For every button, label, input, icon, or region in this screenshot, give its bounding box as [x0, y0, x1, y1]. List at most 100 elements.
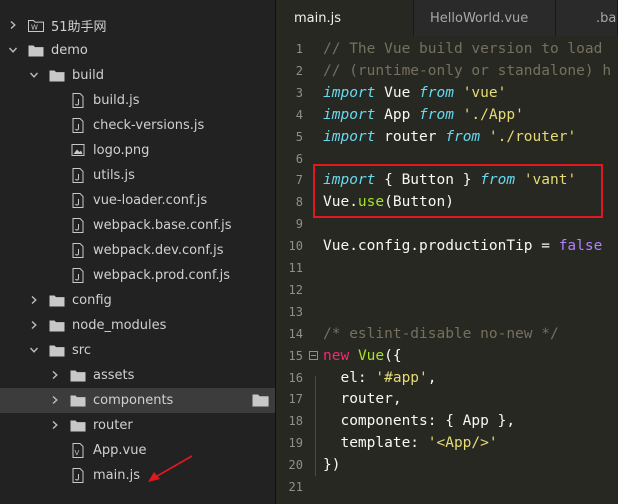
sidebar-item-demo[interactable]: demo — [0, 38, 275, 63]
sidebar-item-build[interactable]: build — [0, 63, 275, 88]
sidebar-item-label: vue-loader.conf.js — [93, 192, 208, 208]
line-number: 15 — [288, 348, 303, 363]
sidebar-item-vue-loader-conf-js[interactable]: vue-loader.conf.js — [0, 188, 275, 213]
sidebar-item-webpack-dev-conf-js[interactable]: webpack.dev.conf.js — [0, 238, 275, 263]
chevron-right-icon[interactable] — [50, 393, 60, 407]
folder-icon — [49, 342, 65, 358]
sidebar-item-51[interactable]: W 51助手网 — [0, 13, 275, 38]
sidebar-item-webpack-prod-conf-js[interactable]: webpack.prod.conf.js — [0, 263, 275, 288]
sidebar-item-utils-js[interactable]: utils.js — [0, 163, 275, 188]
code-line[interactable]: 20}) — [276, 454, 618, 476]
code-token: from — [419, 106, 454, 123]
code-line[interactable]: 7 import { Button } from 'vant' — [276, 169, 618, 191]
sidebar-item-router[interactable]: router — [0, 413, 275, 438]
sidebar-item-label: main.js — [93, 467, 140, 483]
chevron-down-icon[interactable] — [29, 343, 39, 357]
code-line[interactable]: 18 components: { App }, — [276, 410, 618, 432]
js-file-icon — [70, 217, 86, 233]
tab-label: HelloWorld.vue — [430, 10, 529, 26]
sidebar-item-label: router — [93, 417, 133, 433]
sidebar-item-app-vue[interactable]: V App.vue — [0, 438, 275, 463]
code-text: template: '<App/>' — [323, 435, 497, 451]
line-number: 8 — [295, 195, 303, 210]
code-line[interactable]: 11 — [276, 257, 618, 279]
code-line[interactable]: 10 Vue.config.productionTip = false — [276, 235, 618, 257]
sidebar-item-main-js[interactable]: main.js — [0, 463, 275, 488]
sidebar-item-config[interactable]: config — [0, 288, 275, 313]
sidebar-item-node-modules[interactable]: node_modules — [0, 313, 275, 338]
code-line[interactable]: 3 import Vue from 'vue' — [276, 82, 618, 104]
sidebar-item-label: webpack.base.conf.js — [93, 217, 232, 233]
line-number: 6 — [295, 151, 303, 166]
sidebar-item-build-js[interactable]: build.js — [0, 88, 275, 113]
sidebar-item-components[interactable]: components — [0, 387, 275, 413]
sidebar-item-src[interactable]: src — [0, 338, 275, 363]
chevron-right-icon[interactable] — [29, 318, 39, 332]
code-text: new Vue({ — [323, 348, 402, 364]
chevron-right-icon[interactable] — [50, 368, 60, 382]
line-number: 10 — [288, 239, 303, 254]
code-line[interactable]: 9 — [276, 213, 618, 235]
chevron-right-icon[interactable] — [29, 293, 39, 307]
code-line[interactable]: 16 el: '#app', — [276, 367, 618, 389]
line-number: 16 — [288, 370, 303, 385]
chevron-right-icon[interactable] — [50, 418, 60, 432]
sidebar-item-webpack-base-conf-js[interactable]: webpack.base.conf.js — [0, 213, 275, 238]
line-number: 18 — [288, 414, 303, 429]
code-line[interactable]: 17 router, — [276, 388, 618, 410]
code-line[interactable]: 19 template: '<App/>' — [276, 432, 618, 454]
sidebar-item-assets[interactable]: assets — [0, 363, 275, 388]
code-line[interactable]: 12 — [276, 279, 618, 301]
chevron-right-icon[interactable] — [8, 18, 18, 32]
sidebar-item-check-versions-js[interactable]: check-versions.js — [0, 113, 275, 138]
chevron-down-icon[interactable] — [8, 43, 18, 57]
tab-helloworld-vue[interactable]: HelloWorld.vue — [414, 0, 556, 36]
code-editor[interactable]: 1 // The Vue build version to load 2 // (ru… — [276, 36, 618, 504]
code-token: from — [445, 128, 481, 145]
code-token: false — [558, 238, 603, 255]
code-line[interactable]: 1 // The Vue build version to load — [276, 38, 618, 60]
code-token: import — [323, 106, 376, 123]
code-token: './App' — [462, 106, 524, 123]
code-line[interactable]: 2 // (runtime-only or standalone) h — [276, 60, 618, 82]
sidebar-item-label: check-versions.js — [93, 117, 205, 133]
code-line[interactable]: 4 import App from './App' — [276, 104, 618, 126]
code-text: /* eslint-disable no-new */ — [323, 326, 559, 342]
wp-folder-icon: W — [28, 17, 44, 33]
code-text: Vue.config.productionTip = false — [323, 238, 602, 254]
tab-label: main.js — [294, 10, 341, 26]
code-token: 'vant' — [523, 172, 577, 189]
code-line[interactable]: 15 new Vue({ — [276, 345, 618, 367]
fold-icon[interactable] — [303, 351, 323, 361]
sidebar-item-label: src — [72, 342, 91, 358]
chevron-down-icon[interactable] — [29, 68, 39, 82]
code-line[interactable]: 8 Vue.use(Button) — [276, 191, 618, 213]
js-file-icon — [70, 167, 86, 183]
code-line[interactable]: 13 — [276, 301, 618, 323]
code-line[interactable]: 5 import router from './router' — [276, 126, 618, 148]
code-text: Vue.use(Button) — [323, 194, 454, 210]
folder-icon — [252, 393, 269, 411]
code-token: , — [427, 369, 437, 386]
tab-bab[interactable]: .bab — [556, 0, 618, 36]
sidebar-item-label: node_modules — [72, 317, 167, 333]
code-line[interactable]: 14 /* eslint-disable no-new */ — [276, 323, 618, 345]
code-token: 'vue' — [462, 84, 507, 101]
folder-icon — [49, 67, 65, 83]
code-token: from — [419, 84, 454, 101]
line-number: 11 — [288, 261, 303, 275]
sidebar-item-logo-png[interactable]: logo.png — [0, 138, 275, 163]
js-file-icon — [70, 192, 86, 208]
code-token: el: — [323, 369, 376, 386]
code-line[interactable]: 6 — [276, 148, 618, 170]
tab-main-js[interactable]: main.js — [276, 0, 414, 36]
code-token: new — [323, 347, 350, 364]
code-line[interactable]: 21 — [276, 476, 618, 498]
